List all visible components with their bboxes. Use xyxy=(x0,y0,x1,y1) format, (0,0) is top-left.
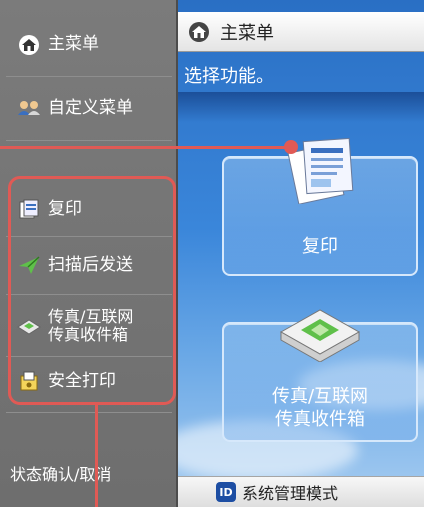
divider xyxy=(6,412,172,413)
annotation-line xyxy=(95,405,98,507)
sidebar-item-main-menu[interactable]: 主菜单 xyxy=(6,22,172,66)
sidebar-item-label: 自定义菜单 xyxy=(48,97,133,118)
copy-button[interactable]: 复印 xyxy=(222,137,418,276)
title-bar: 主菜单 xyxy=(178,12,424,52)
home-icon xyxy=(186,21,212,43)
divider xyxy=(6,140,172,141)
sidebar-item-label: 主菜单 xyxy=(48,33,99,54)
id-badge-icon: ID xyxy=(216,482,236,502)
copy-button-label: 复印 xyxy=(302,236,338,257)
sidebar-item-custom-menu[interactable]: 自定义菜单 xyxy=(6,86,172,130)
divider xyxy=(6,76,172,77)
page-title: 主菜单 xyxy=(220,22,274,44)
sidebar: 主菜单 自定义菜单 复印 扫描后发送 传真/互联网 传真收件箱 安全打印 状态确… xyxy=(0,0,178,507)
header-band xyxy=(178,92,424,122)
home-icon xyxy=(16,33,42,55)
main-panel: 主菜单 选择功能。 复印 传真/互联网 传真收件箱 ID 系统管理模式 xyxy=(178,0,424,507)
system-management-label: 系统管理模式 xyxy=(242,484,339,503)
sidebar-item-status-cancel[interactable]: 状态确认/取消 xyxy=(6,454,172,496)
users-icon xyxy=(16,97,42,119)
annotation-line xyxy=(0,146,292,149)
fax-inbox-button[interactable]: 传真/互联网 传真收件箱 xyxy=(222,309,418,442)
fax-inbox-button-label: 传真/互联网 传真收件箱 xyxy=(271,386,369,430)
fax-icon xyxy=(275,302,365,366)
instruction-text: 选择功能。 xyxy=(184,66,274,87)
annotation-dot xyxy=(284,140,298,154)
system-management-bar[interactable]: ID 系统管理模式 xyxy=(178,476,424,507)
highlight-frame xyxy=(8,176,176,405)
